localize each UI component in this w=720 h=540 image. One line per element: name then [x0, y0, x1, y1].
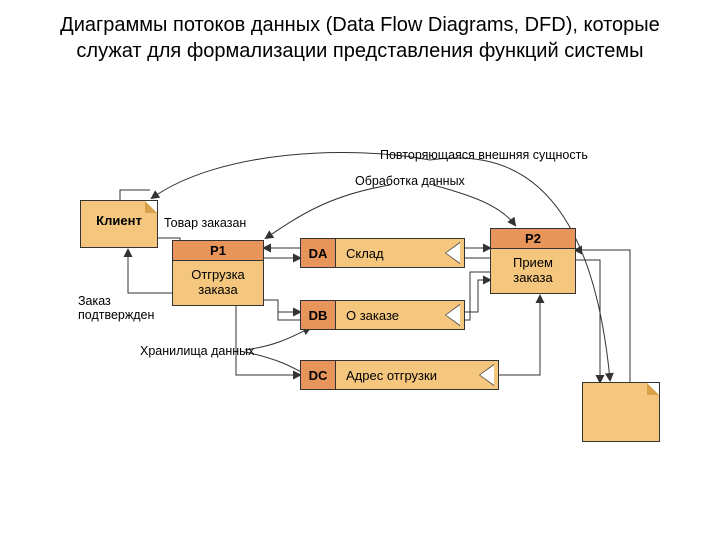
entity-client: Клиент: [80, 200, 158, 248]
store-da: DA Склад: [300, 238, 465, 268]
flow-goods-ordered: Товар заказан: [164, 216, 246, 230]
flow-order-confirmed: Заказ подтвержден: [78, 294, 168, 322]
annotation-repeating-entity: Повторяющаяся внешняя сущность: [380, 148, 588, 162]
entity-blank: [582, 382, 660, 442]
process-p2-name: Прием заказа: [491, 249, 575, 293]
store-da-name: Склад: [346, 246, 384, 261]
annotation-data-processing: Обработка данных: [355, 174, 465, 188]
store-dc-name: Адрес отгрузки: [346, 368, 437, 383]
process-p2: P2 Прием заказа: [490, 228, 576, 294]
store-da-id: DA: [300, 238, 336, 268]
store-dc-id: DC: [300, 360, 336, 390]
dog-ear-icon: [145, 201, 157, 213]
store-dc: DC Адрес отгрузки: [300, 360, 499, 390]
store-db-id: DB: [300, 300, 336, 330]
process-p1: P1 Отгрузка заказа: [172, 240, 264, 306]
process-p1-id: P1: [173, 241, 263, 261]
diagram-arrows: [0, 0, 720, 540]
store-db: DB О заказе: [300, 300, 465, 330]
process-p1-name: Отгрузка заказа: [173, 261, 263, 305]
page-title: Диаграммы потоков данных (Data Flow Diag…: [0, 0, 720, 64]
store-db-name: О заказе: [346, 308, 399, 323]
process-p2-id: P2: [491, 229, 575, 249]
dog-ear-icon: [647, 383, 659, 395]
annotation-data-stores: Хранилища данных: [140, 344, 254, 358]
